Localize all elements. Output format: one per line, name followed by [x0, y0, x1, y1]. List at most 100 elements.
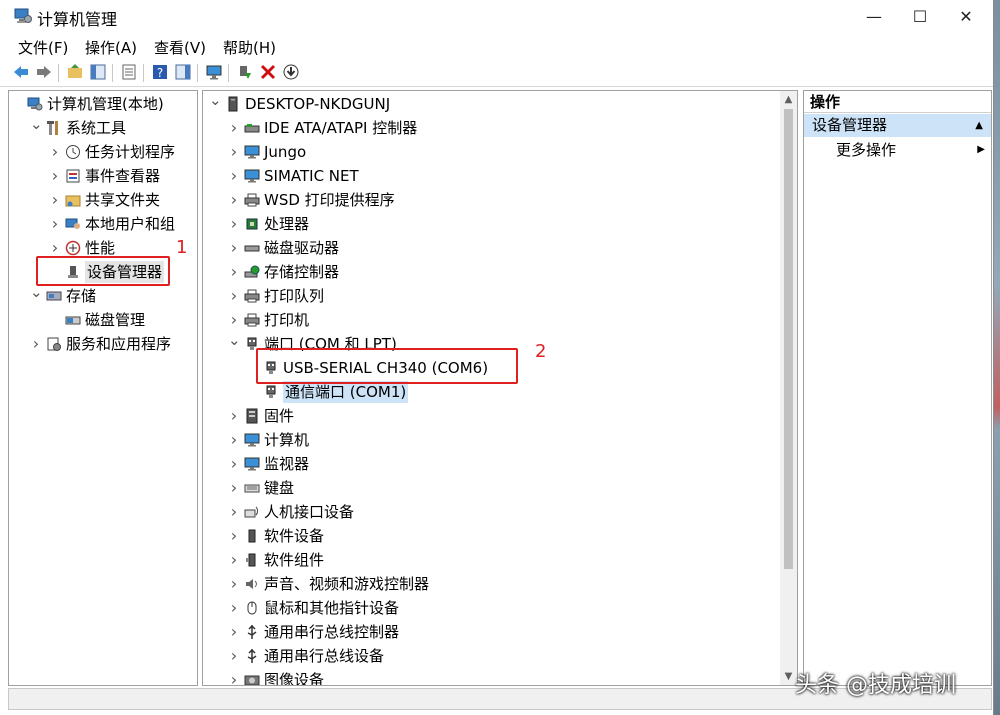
chevron-right-icon[interactable]: › [228, 309, 240, 331]
console-tree-pane[interactable]: 计算机管理(本地) ⌄ 系统工具 › 任务计划程序 › 事件查看器 › 共享文件夹 › 本地用户和组… [8, 90, 198, 686]
chevron-down-icon[interactable]: ⌄ [209, 91, 222, 111]
chevron-right-icon[interactable]: › [30, 333, 42, 355]
device-tree-item-row[interactable]: › 通用串行总线控制器 [203, 621, 779, 643]
device-tree-item-row[interactable]: › 声音、视频和游戏控制器 [203, 573, 779, 595]
chevron-right-icon[interactable]: › [228, 669, 240, 685]
chevron-right-icon[interactable]: › [228, 453, 240, 475]
toolbar: ? [0, 60, 993, 87]
device-tree-item-label: 固件 [264, 407, 295, 425]
collapse-up-icon[interactable]: ▲ [975, 114, 983, 137]
chevron-right-icon[interactable]: › [228, 213, 240, 235]
chevron-right-icon[interactable]: › [228, 285, 240, 307]
chevron-right-icon[interactable]: › [228, 117, 240, 139]
device-tree-item-row[interactable]: › 打印队列 [203, 285, 779, 307]
monitor-device-icon [244, 169, 260, 183]
console-tree-item-row[interactable]: 磁盘管理 [9, 309, 197, 331]
device-tree-item-row[interactable]: › 键盘 [203, 477, 779, 499]
actions-device-manager[interactable]: 设备管理器 ▲ [804, 114, 991, 137]
console-tree-item-row[interactable]: ⌄ 系统工具 [9, 115, 197, 139]
console-tree-item-row[interactable]: › 本地用户和组 [9, 213, 197, 235]
chevron-right-icon[interactable]: › [228, 189, 240, 211]
console-tree-item-row[interactable]: › 事件查看器 [9, 165, 197, 187]
console-tree-item-row[interactable]: ⌄ 存储 [9, 283, 197, 307]
update-driver-icon[interactable] [282, 63, 300, 81]
device-tree-item-row[interactable]: 通信端口 (COM1) [203, 381, 779, 403]
chevron-right-icon[interactable]: › [228, 261, 240, 283]
chevron-right-icon[interactable]: › [228, 141, 240, 163]
console-tree-item-row[interactable]: › 服务和应用程序 [9, 333, 197, 355]
chevron-right-icon[interactable]: › [228, 525, 240, 547]
chevron-right-icon[interactable]: › [49, 165, 61, 187]
scrollbar-thumb[interactable] [784, 109, 793, 569]
chevron-right-icon[interactable]: › [228, 645, 240, 667]
device-tree-item-row[interactable]: › 磁盘驱动器 [203, 237, 779, 259]
device-tree-item-row[interactable]: ⌄ DESKTOP-NKDGUNJ [203, 91, 779, 115]
device-tree-item-row[interactable]: › 计算机 [203, 429, 779, 451]
device-tree-item-row[interactable]: › 图像设备 [203, 669, 779, 686]
device-tree-item-label: 键盘 [264, 479, 295, 497]
show-tree-icon[interactable] [89, 63, 107, 81]
device-tree-item-label: 图像设备 [264, 671, 325, 686]
back-icon[interactable] [12, 63, 30, 81]
device-tree-item-row[interactable]: › 鼠标和其他指针设备 [203, 597, 779, 619]
device-tree-item-row[interactable]: › 打印机 [203, 309, 779, 331]
chevron-right-icon[interactable]: › [228, 621, 240, 643]
device-tree-item-label: 软件组件 [264, 551, 325, 569]
device-tree-item-row[interactable]: › 软件组件 [203, 549, 779, 571]
scroll-up-icon[interactable]: ▲ [780, 91, 797, 108]
device-tree-item-row[interactable]: › IDE ATA/ATAPI 控制器 [203, 117, 779, 139]
chevron-right-icon[interactable]: › [49, 189, 61, 211]
forward-icon[interactable] [35, 63, 53, 81]
device-tree-item-row[interactable]: › 人机接口设备 [203, 501, 779, 523]
menu-help[interactable]: 帮助(H) [223, 37, 276, 58]
chevron-down-icon[interactable]: ⌄ [30, 113, 43, 135]
device-tree-item-row[interactable]: › 处理器 [203, 213, 779, 235]
chevron-down-icon[interactable]: ⌄ [228, 329, 241, 351]
chevron-right-icon[interactable]: › [228, 429, 240, 451]
device-tree-item-row[interactable]: › SIMATIC NET [203, 165, 779, 187]
chevron-right-icon[interactable]: › [228, 549, 240, 571]
uninstall-icon[interactable] [259, 63, 277, 81]
device-tree-item-row[interactable]: › Jungo [203, 141, 779, 163]
help-icon[interactable]: ? [151, 63, 169, 81]
minimize-button[interactable]: — [851, 0, 897, 33]
device-tree-item-row[interactable]: › 通用串行总线设备 [203, 645, 779, 667]
console-tree-item-row[interactable]: › 任务计划程序 [9, 141, 197, 163]
menu-view[interactable]: 查看(V) [154, 37, 206, 58]
chevron-right-icon[interactable]: › [49, 141, 61, 163]
close-button[interactable]: ✕ [943, 0, 989, 33]
chevron-right-icon[interactable]: › [228, 501, 240, 523]
chevron-right-icon[interactable]: › [228, 405, 240, 427]
chevron-right-icon[interactable]: › [228, 597, 240, 619]
monitor-icon[interactable] [205, 63, 223, 81]
device-tree-item-row[interactable]: › 软件设备 [203, 525, 779, 547]
up-folder-icon[interactable] [66, 63, 84, 81]
device-tree-item-row[interactable]: › 固件 [203, 405, 779, 427]
monitor-device-icon [244, 145, 260, 159]
chevron-right-icon[interactable]: › [49, 213, 61, 235]
chevron-right-icon[interactable]: › [228, 477, 240, 499]
menu-file[interactable]: 文件(F) [18, 37, 68, 58]
enable-device-icon[interactable] [236, 63, 254, 81]
device-tree-item-row[interactable]: › WSD 打印提供程序 [203, 189, 779, 211]
console-tree-item-label: 系统工具 [66, 119, 127, 137]
title-bar[interactable]: 计算机管理 — ☐ ✕ [0, 0, 993, 33]
printer-icon [244, 193, 260, 207]
device-tree-item-row[interactable]: › 监视器 [203, 453, 779, 475]
vertical-scrollbar[interactable]: ▲ ▼ [780, 91, 797, 685]
more-actions[interactable]: 更多操作 ▶ [804, 139, 991, 161]
console-tree-item-row[interactable]: 计算机管理(本地) [9, 93, 197, 115]
chevron-right-icon[interactable]: › [228, 165, 240, 187]
chevron-right-icon[interactable]: › [228, 237, 240, 259]
properties-icon[interactable] [120, 63, 138, 81]
view-icon[interactable] [174, 63, 192, 81]
toolbar-separator [58, 64, 59, 82]
console-tree-item-label: 共享文件夹 [85, 191, 161, 209]
device-tree-item-row[interactable]: › 存储控制器 [203, 261, 779, 283]
menu-action[interactable]: 操作(A) [85, 37, 137, 58]
device-tree-pane[interactable]: ⌄ DESKTOP-NKDGUNJ › IDE ATA/ATAPI 控制器 › Jungo… [202, 90, 798, 686]
hid-icon [244, 506, 258, 518]
maximize-button[interactable]: ☐ [897, 0, 943, 33]
console-tree-item-row[interactable]: › 共享文件夹 [9, 189, 197, 211]
chevron-right-icon[interactable]: › [228, 573, 240, 595]
